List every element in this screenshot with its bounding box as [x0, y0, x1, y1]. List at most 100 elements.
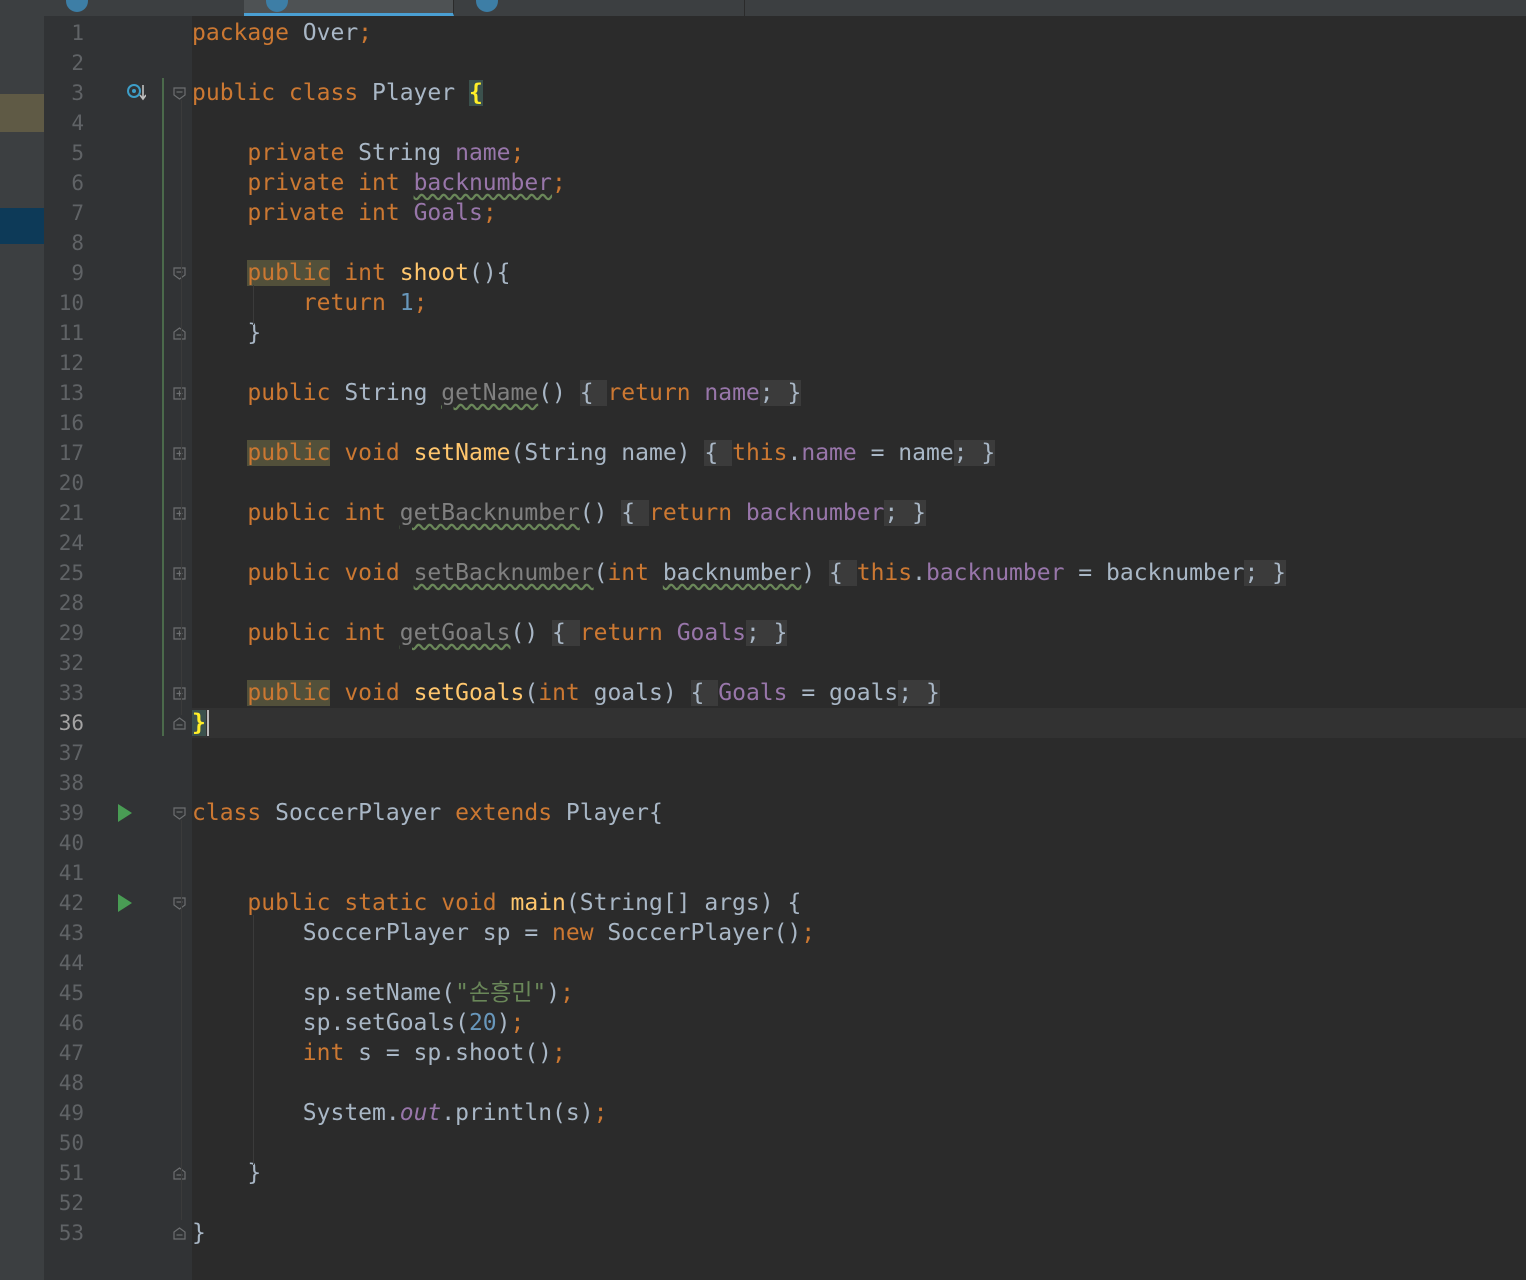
line-number[interactable]: 48	[44, 1068, 84, 1098]
line-number[interactable]: 53	[44, 1218, 84, 1248]
code-text[interactable]: package Over;	[192, 18, 372, 48]
fold-end-icon[interactable]	[173, 1167, 186, 1180]
fold-expand-icon[interactable]	[173, 447, 186, 460]
code-line[interactable]: 28	[0, 588, 1526, 618]
code-line[interactable]: 44	[0, 948, 1526, 978]
code-text[interactable]: SoccerPlayer sp = new SoccerPlayer();	[192, 918, 815, 948]
code-line[interactable]: 8	[0, 228, 1526, 258]
code-text[interactable]: public void setName(String name) { this.…	[192, 438, 996, 468]
code-line[interactable]: 40	[0, 828, 1526, 858]
code-line[interactable]: 47 int s = sp.shoot();	[0, 1038, 1526, 1068]
line-number[interactable]: 10	[44, 288, 84, 318]
line-number[interactable]: 21	[44, 498, 84, 528]
code-text[interactable]: }	[192, 1158, 261, 1188]
code-line[interactable]: 53}	[0, 1218, 1526, 1248]
line-number[interactable]: 1	[44, 18, 84, 48]
code-text[interactable]: public int getGoals() { return Goals; }	[192, 618, 788, 648]
line-number[interactable]: 24	[44, 528, 84, 558]
tab-player-java[interactable]	[244, 0, 454, 16]
code-line[interactable]: 32	[0, 648, 1526, 678]
code-line[interactable]: 38	[0, 768, 1526, 798]
code-line[interactable]: 42 public static void main(String[] args…	[0, 888, 1526, 918]
line-number[interactable]: 20	[44, 468, 84, 498]
code-text[interactable]: }	[192, 318, 261, 348]
line-number[interactable]: 51	[44, 1158, 84, 1188]
code-line[interactable]: 41	[0, 858, 1526, 888]
code-text[interactable]: }	[192, 708, 206, 738]
code-line[interactable]: 29 public int getGoals() { return Goals;…	[0, 618, 1526, 648]
line-number[interactable]: 13	[44, 378, 84, 408]
code-line[interactable]: 12	[0, 348, 1526, 378]
fold-collapse-icon[interactable]	[173, 267, 186, 280]
code-text[interactable]: }	[192, 1218, 206, 1248]
code-line[interactable]: 49 System.out.println(s);	[0, 1098, 1526, 1128]
fold-collapse-icon[interactable]	[173, 897, 186, 910]
line-number[interactable]: 38	[44, 768, 84, 798]
fold-expand-icon[interactable]	[173, 507, 186, 520]
line-number[interactable]: 6	[44, 168, 84, 198]
code-text[interactable]: sp.setName("손흥민");	[192, 978, 574, 1008]
line-number[interactable]: 43	[44, 918, 84, 948]
fold-end-icon[interactable]	[173, 717, 186, 730]
line-number[interactable]: 17	[44, 438, 84, 468]
code-text[interactable]: System.out.println(s);	[192, 1098, 608, 1128]
code-line[interactable]: 20	[0, 468, 1526, 498]
line-number[interactable]: 41	[44, 858, 84, 888]
code-line[interactable]: 1 package Over;	[0, 18, 1526, 48]
code-text[interactable]: return 1;	[192, 288, 428, 318]
code-line[interactable]: 2	[0, 48, 1526, 78]
line-number[interactable]: 8	[44, 228, 84, 258]
code-line[interactable]: 45 sp.setName("손흥민");	[0, 978, 1526, 1008]
tab-file-1[interactable]	[44, 0, 245, 16]
code-text[interactable]: public class Player {	[192, 78, 483, 108]
line-number[interactable]: 45	[44, 978, 84, 1008]
code-text[interactable]: int s = sp.shoot();	[192, 1038, 566, 1068]
code-text[interactable]: private String name;	[192, 138, 524, 168]
fold-expand-icon[interactable]	[173, 567, 186, 580]
code-text[interactable]: public static void main(String[] args) {	[192, 888, 801, 918]
line-number[interactable]: 7	[44, 198, 84, 228]
line-number[interactable]: 42	[44, 888, 84, 918]
fold-collapse-icon[interactable]	[173, 807, 186, 820]
code-line[interactable]: 3 public class Player {	[0, 78, 1526, 108]
code-line[interactable]: 4	[0, 108, 1526, 138]
line-number[interactable]: 39	[44, 798, 84, 828]
code-line[interactable]: 25 public void setBacknumber(int backnum…	[0, 558, 1526, 588]
line-number[interactable]: 46	[44, 1008, 84, 1038]
line-number[interactable]: 40	[44, 828, 84, 858]
code-line[interactable]: 24	[0, 528, 1526, 558]
line-number[interactable]: 36	[44, 708, 84, 738]
line-number[interactable]: 50	[44, 1128, 84, 1158]
code-text[interactable]: class SoccerPlayer extends Player{	[192, 798, 663, 828]
line-number[interactable]: 37	[44, 738, 84, 768]
code-line[interactable]: 5 private String name;	[0, 138, 1526, 168]
code-text[interactable]: private int backnumber;	[192, 168, 566, 198]
line-number[interactable]: 9	[44, 258, 84, 288]
fold-end-icon[interactable]	[173, 327, 186, 340]
code-line[interactable]: 9 public int shoot(){	[0, 258, 1526, 288]
code-line[interactable]: 16	[0, 408, 1526, 438]
code-text[interactable]: sp.setGoals(20);	[192, 1008, 525, 1038]
code-line[interactable]: 52	[0, 1188, 1526, 1218]
line-number[interactable]: 32	[44, 648, 84, 678]
code-line[interactable]: 10 return 1;	[0, 288, 1526, 318]
code-text[interactable]: public String getName() { return name; }	[192, 378, 802, 408]
line-number[interactable]: 47	[44, 1038, 84, 1068]
run-icon[interactable]	[118, 804, 132, 822]
overridden-by-icon[interactable]	[126, 82, 146, 102]
line-number[interactable]: 29	[44, 618, 84, 648]
fold-expand-icon[interactable]	[173, 387, 186, 400]
code-line[interactable]: 48	[0, 1068, 1526, 1098]
line-number[interactable]: 33	[44, 678, 84, 708]
fold-expand-icon[interactable]	[173, 687, 186, 700]
line-number[interactable]: 52	[44, 1188, 84, 1218]
code-line[interactable]: 39 class SoccerPlayer extends Player{	[0, 798, 1526, 828]
line-number[interactable]: 12	[44, 348, 84, 378]
line-number[interactable]: 16	[44, 408, 84, 438]
code-line[interactable]: 50	[0, 1128, 1526, 1158]
line-number[interactable]: 44	[44, 948, 84, 978]
code-line[interactable]: 7 private int Goals;	[0, 198, 1526, 228]
code-line[interactable]: 36}	[0, 708, 1526, 738]
code-line[interactable]: 11 }	[0, 318, 1526, 348]
code-text[interactable]: public void setGoals(int goals) { Goals …	[192, 678, 940, 708]
